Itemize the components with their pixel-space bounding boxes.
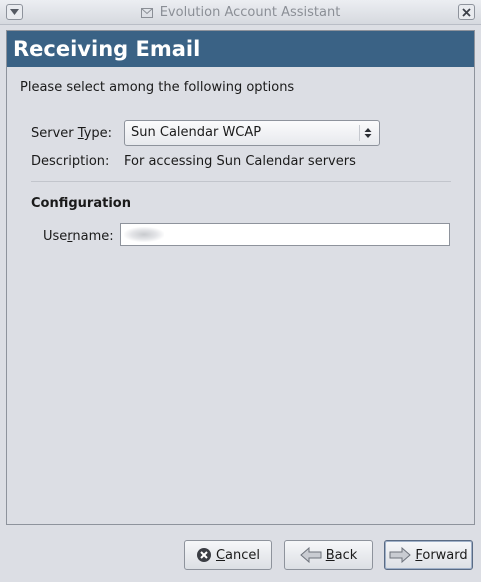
intro-text: Please select among the following option… — [20, 80, 295, 95]
forward-button[interactable]: Forward — [384, 540, 473, 570]
cancel-label: Cancel — [215, 547, 261, 563]
assistant-page: Receiving Email Please select among the … — [6, 30, 475, 525]
back-arrow-icon — [299, 547, 322, 563]
back-button[interactable]: Back — [284, 540, 373, 570]
page-heading: Receiving Email — [7, 31, 474, 67]
forward-label: Forward — [415, 547, 468, 563]
configuration-heading: Configuration — [31, 196, 131, 211]
window-close-button[interactable] — [458, 4, 475, 20]
forward-arrow-icon — [389, 547, 412, 563]
envelope-icon — [140, 7, 153, 18]
description-value: For accessing Sun Calendar servers — [124, 154, 356, 169]
redacted-username — [124, 227, 164, 242]
window-title-area: Evolution Account Assistant — [0, 0, 481, 25]
separator — [31, 181, 451, 182]
server-type-label: Server Type: — [31, 126, 113, 141]
window-title: Evolution Account Assistant — [159, 5, 341, 20]
back-label: Back — [325, 547, 358, 563]
title-bar: Evolution Account Assistant — [0, 0, 481, 25]
updown-arrows-icon — [359, 125, 376, 141]
server-type-combo[interactable]: Sun Calendar WCAP — [124, 120, 380, 146]
cancel-button[interactable]: Cancel — [184, 540, 272, 570]
username-input[interactable] — [120, 223, 450, 246]
description-label: Description: — [31, 154, 110, 169]
cancel-icon — [196, 548, 211, 562]
username-label: Username: — [43, 229, 114, 244]
server-type-value: Sun Calendar WCAP — [131, 125, 262, 140]
close-icon — [462, 7, 471, 17]
